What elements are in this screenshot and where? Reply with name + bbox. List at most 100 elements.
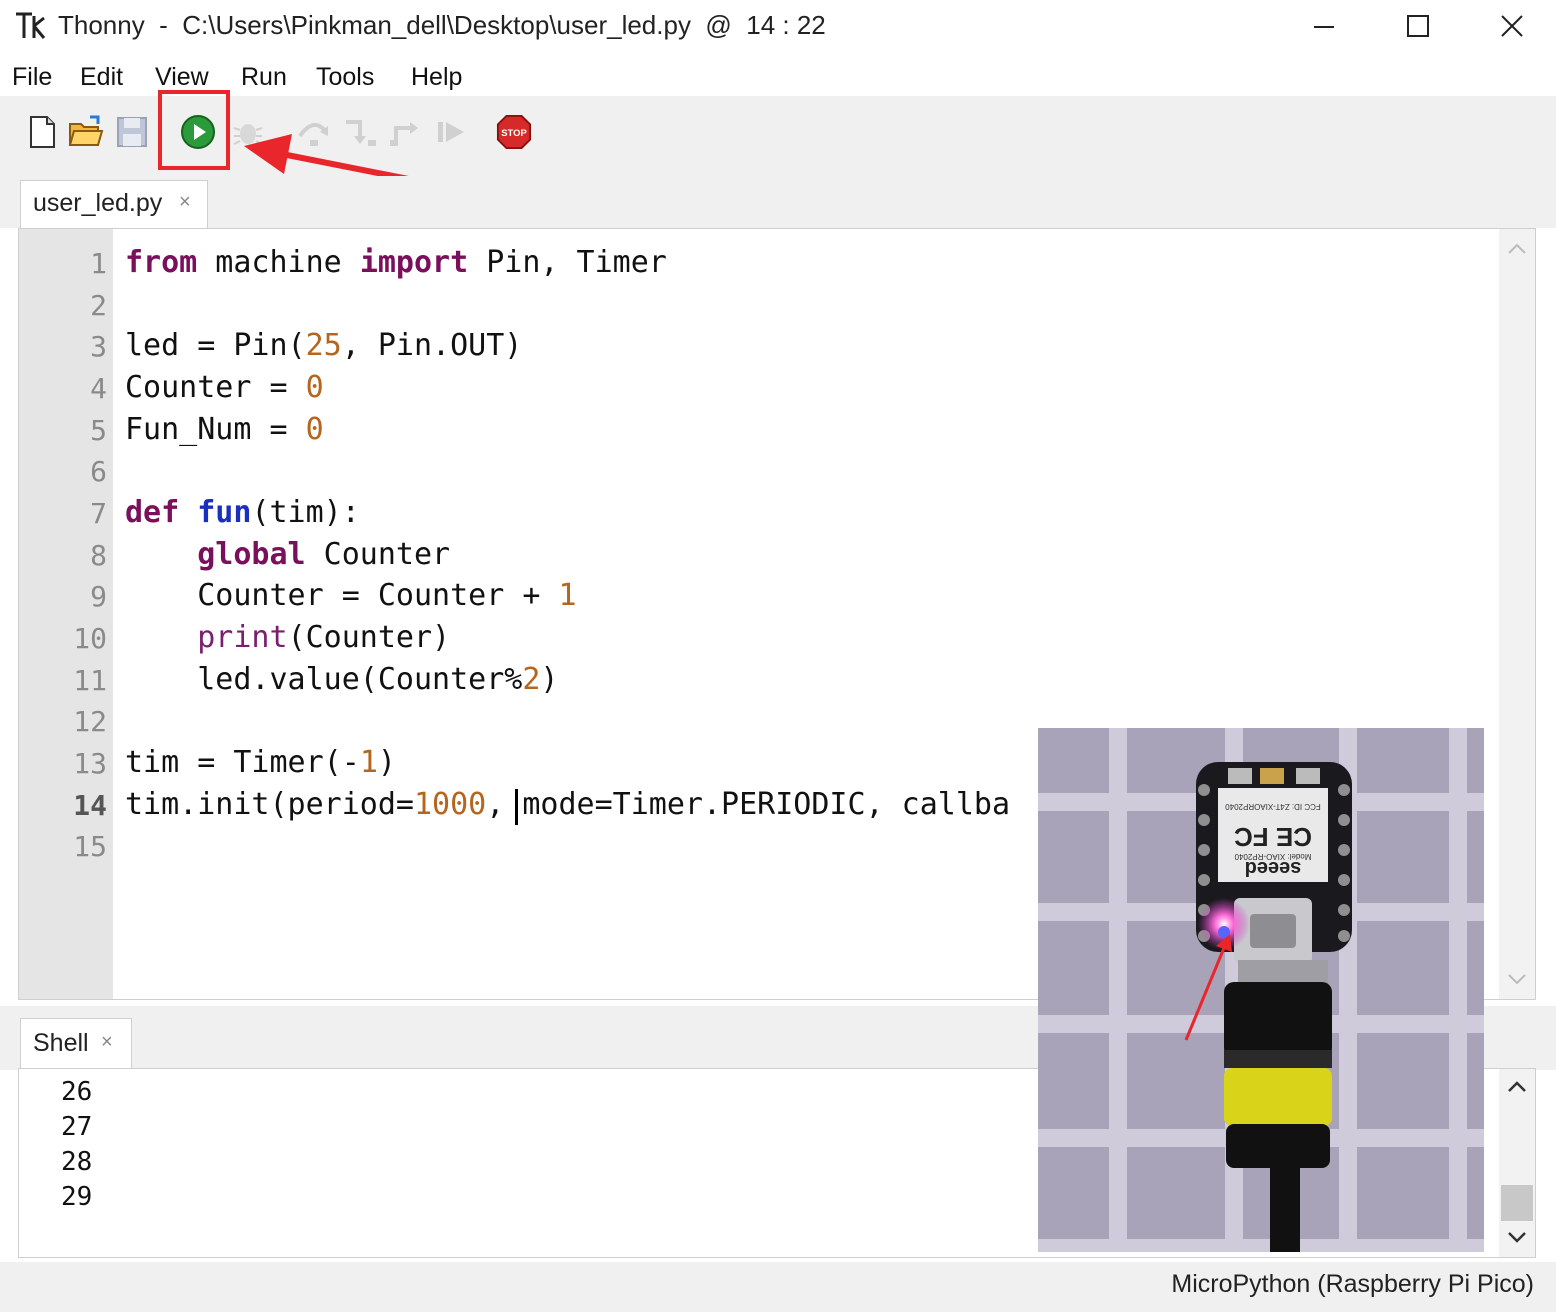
tab-close-icon[interactable]: × [179, 191, 191, 214]
menu-help[interactable]: Help [411, 58, 462, 96]
tab-user-led[interactable]: user_led.py × [20, 180, 208, 230]
menu-tools[interactable]: Tools [316, 58, 374, 96]
keyword: global [197, 537, 306, 572]
shell-output-line: 29 [61, 1182, 93, 1212]
code-text: Counter = Counter + [197, 578, 559, 613]
menu-bar: File Edit View Run Tools Help [0, 56, 1556, 98]
line-number: 2 [90, 289, 107, 322]
code-text: ) [377, 745, 396, 780]
number-literal: 1000 [413, 787, 487, 822]
maximize-button[interactable] [1386, 4, 1450, 48]
code-line-8: global Counter [125, 537, 450, 572]
menu-edit[interactable]: Edit [80, 58, 123, 96]
tab-close-icon[interactable]: × [101, 1031, 113, 1054]
keyword: import [359, 245, 469, 280]
shell-output-line: 26 [61, 1077, 93, 1107]
stop-icon[interactable]: STOP [496, 114, 532, 150]
code-text: Counter = [125, 370, 306, 405]
code-text: ) [540, 662, 559, 697]
run-button-highlight [158, 90, 230, 170]
code-text: tim.init(period= [125, 787, 414, 822]
code-line-9: Counter = Counter + 1 [125, 578, 577, 613]
text-caret [515, 789, 518, 825]
line-number: 9 [90, 580, 107, 613]
new-file-icon[interactable] [24, 114, 60, 150]
line-number: 15 [73, 830, 107, 863]
line-number: 5 [90, 414, 107, 447]
title-bar: Thonny - C:\Users\Pinkman_dell\Desktop\u… [0, 0, 1556, 52]
tab-shell[interactable]: Shell × [20, 1018, 132, 1070]
line-number: 7 [90, 497, 107, 530]
maximize-icon [1407, 15, 1429, 37]
shell-output-line: 28 [61, 1147, 93, 1177]
code-line-13: tim = Timer(-1) [125, 745, 396, 780]
line-number: 4 [90, 372, 107, 405]
tab-label: user_led.py [33, 189, 163, 217]
board-photo: FCC ID: Z4T-XIAORP2040 CE FC Model: XIAO… [1038, 728, 1484, 1252]
scroll-down-icon[interactable] [1507, 1231, 1527, 1245]
code-text: Pin, Timer [468, 245, 667, 280]
window-title: Thonny - C:\Users\Pinkman_dell\Desktop\u… [58, 10, 826, 40]
line-number-gutter: 1 2 3 4 5 6 7 8 9 10 11 12 13 14 15 [19, 229, 113, 999]
save-file-icon[interactable] [114, 114, 150, 150]
thonny-logo-icon [16, 12, 46, 39]
code-text: (tim): [251, 495, 360, 530]
code-line-5: Fun_Num = 0 [125, 412, 324, 447]
shell-output-line: 27 [61, 1112, 93, 1142]
code-text: (Counter) [287, 620, 451, 655]
editor-tab-strip [0, 176, 1556, 228]
interpreter-status[interactable]: MicroPython (Raspberry Pi Pico) [1171, 1270, 1534, 1299]
scroll-up-icon[interactable] [1507, 241, 1527, 255]
minimize-icon [1314, 26, 1334, 28]
line-number: 1 [90, 247, 107, 280]
code-text: Counter [305, 537, 451, 572]
open-file-icon[interactable] [68, 114, 104, 150]
line-number: 3 [90, 330, 107, 363]
line-number: 8 [90, 539, 107, 572]
svg-text:CE FC: CE FC [1234, 822, 1312, 852]
close-icon [1501, 15, 1523, 37]
line-number: 11 [73, 664, 107, 697]
board-fcc-id: FCC ID: Z4T-XIAORP2040 [1225, 802, 1321, 811]
code-line-11: led.value(Counter%2) [125, 662, 558, 697]
menu-file[interactable]: File [12, 58, 52, 96]
editor-scrollbar[interactable] [1499, 229, 1535, 999]
number-literal: 1 [359, 745, 378, 780]
number-literal: 0 [305, 370, 324, 405]
number-literal: 1 [558, 578, 577, 613]
shell-scrollbar[interactable] [1499, 1069, 1535, 1257]
line-number: 12 [73, 705, 107, 738]
code-text: tim = Timer(- [125, 745, 360, 780]
number-literal: 2 [522, 662, 541, 697]
code-text: , [486, 787, 505, 822]
code-text: machine [197, 245, 360, 280]
code-line-4: Counter = 0 [125, 370, 324, 405]
builtin: print [197, 620, 288, 655]
code-line-7: def fun(tim): [125, 495, 360, 530]
code-line-3: led = Pin(25, Pin.OUT) [125, 328, 522, 363]
code-text: led = Pin( [125, 328, 306, 363]
keyword: def [125, 495, 180, 530]
stop-icon-label: STOP [501, 128, 527, 139]
scroll-up-icon[interactable] [1507, 1079, 1527, 1093]
scroll-down-icon[interactable] [1507, 973, 1527, 987]
close-button[interactable] [1480, 4, 1544, 48]
keyword: from [125, 245, 198, 280]
line-number: 6 [90, 455, 107, 488]
scrollbar-thumb[interactable] [1501, 1185, 1533, 1221]
number-literal: 25 [305, 328, 342, 363]
code-text: Fun_Num = [125, 412, 306, 447]
line-number-current: 14 [73, 789, 107, 822]
code-line-1: from machine import Pin, Timer [125, 245, 667, 280]
function-name: fun [197, 495, 252, 530]
code-line-14: tim.init(period=1000, mode=Timer.PERIODI… [125, 787, 1010, 822]
number-literal: 0 [305, 412, 324, 447]
code-line-10: print(Counter) [125, 620, 450, 655]
code-text: mode=Timer.PERIODIC, callba [504, 787, 1011, 822]
minimize-button[interactable] [1292, 4, 1356, 48]
menu-run[interactable]: Run [241, 58, 287, 96]
board-photo-image: FCC ID: Z4T-XIAORP2040 CE FC Model: XIAO… [1038, 728, 1484, 1252]
code-text: led.value(Counter% [197, 662, 523, 697]
tab-label: Shell [33, 1029, 89, 1057]
code-text: , Pin.OUT) [341, 328, 523, 363]
